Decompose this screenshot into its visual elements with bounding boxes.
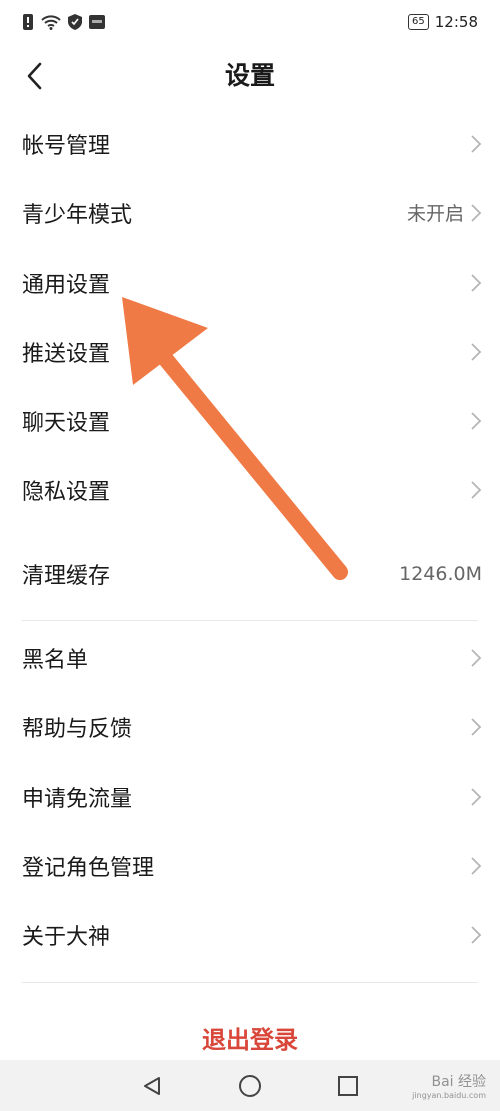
chevron-right-icon: [471, 717, 482, 736]
chevron-left-icon: [27, 62, 42, 90]
settings-item-label: 登记角色管理: [22, 855, 155, 881]
settings-item-value: 未开启: [406, 203, 464, 225]
status-bar: 65 12:58: [0, 0, 500, 44]
section-divider: [22, 620, 478, 621]
settings-item-label: 清理缓存: [22, 563, 111, 589]
battery-icon: 65: [408, 14, 429, 30]
chevron-right-icon: [471, 648, 482, 667]
settings-item-label: 申请免流量: [22, 786, 133, 812]
chevron-right-icon: [471, 411, 482, 430]
baidu-watermark: Bai 经验 jingyan.baidu.com: [412, 1075, 486, 1103]
settings-item-account[interactable]: 帐号管理: [0, 109, 500, 178]
chevron-right-icon: [471, 480, 482, 499]
section-divider: [22, 982, 478, 983]
shield-icon: [68, 14, 82, 30]
cache-size-value: 1246.0M: [399, 562, 482, 585]
home-circle-icon[interactable]: [238, 1074, 262, 1098]
settings-item-label: 隐私设置: [22, 479, 111, 505]
chevron-right-icon: [471, 273, 482, 292]
settings-item-role-management[interactable]: 登记角色管理: [0, 831, 500, 900]
settings-item-youth-mode[interactable]: 青少年模式 未开启: [0, 178, 500, 247]
settings-item-free-data[interactable]: 申请免流量: [0, 762, 500, 831]
chevron-right-icon: [471, 787, 482, 806]
settings-item-about[interactable]: 关于大神: [0, 900, 500, 969]
back-button[interactable]: [12, 54, 56, 98]
alert-icon: [23, 14, 33, 30]
chevron-right-icon: [471, 925, 482, 944]
watermark-subtext: jingyan.baidu.com: [412, 1091, 486, 1100]
chevron-right-icon: [471, 134, 482, 153]
settings-item-label: 黑名单: [22, 647, 89, 673]
watermark-text: Bai 经验: [431, 1074, 486, 1090]
status-icons-left: [22, 14, 105, 30]
settings-item-push[interactable]: 推送设置: [0, 317, 500, 386]
settings-item-label: 聊天设置: [22, 410, 111, 436]
chevron-right-icon: [471, 203, 482, 222]
recents-square-icon[interactable]: [337, 1075, 359, 1097]
settings-item-label: 关于大神: [22, 924, 111, 950]
settings-item-blacklist[interactable]: 黑名单: [0, 623, 500, 692]
settings-item-chat[interactable]: 聊天设置: [0, 386, 500, 455]
page-title: 设置: [224, 61, 275, 90]
chevron-right-icon: [471, 856, 482, 875]
settings-item-label: 帮助与反馈: [22, 716, 133, 742]
app-badge-icon: [89, 15, 105, 29]
settings-item-general[interactable]: 通用设置: [0, 248, 500, 317]
settings-item-label: 通用设置: [22, 272, 111, 298]
status-icons-right: 65 12:58: [408, 13, 478, 31]
settings-item-label: 帐号管理: [22, 133, 111, 159]
wifi-icon: [41, 14, 61, 30]
settings-item-label: 推送设置: [22, 341, 111, 367]
status-time: 12:58: [434, 13, 478, 31]
chevron-right-icon: [471, 342, 482, 361]
settings-item-clear-cache[interactable]: 清理缓存 1246.0M: [0, 539, 500, 608]
back-triangle-icon[interactable]: [141, 1075, 163, 1097]
settings-item-help-feedback[interactable]: 帮助与反馈: [0, 692, 500, 761]
settings-item-privacy[interactable]: 隐私设置: [0, 455, 500, 524]
nav-header: 设置: [0, 44, 500, 108]
settings-item-label: 青少年模式: [22, 202, 133, 228]
